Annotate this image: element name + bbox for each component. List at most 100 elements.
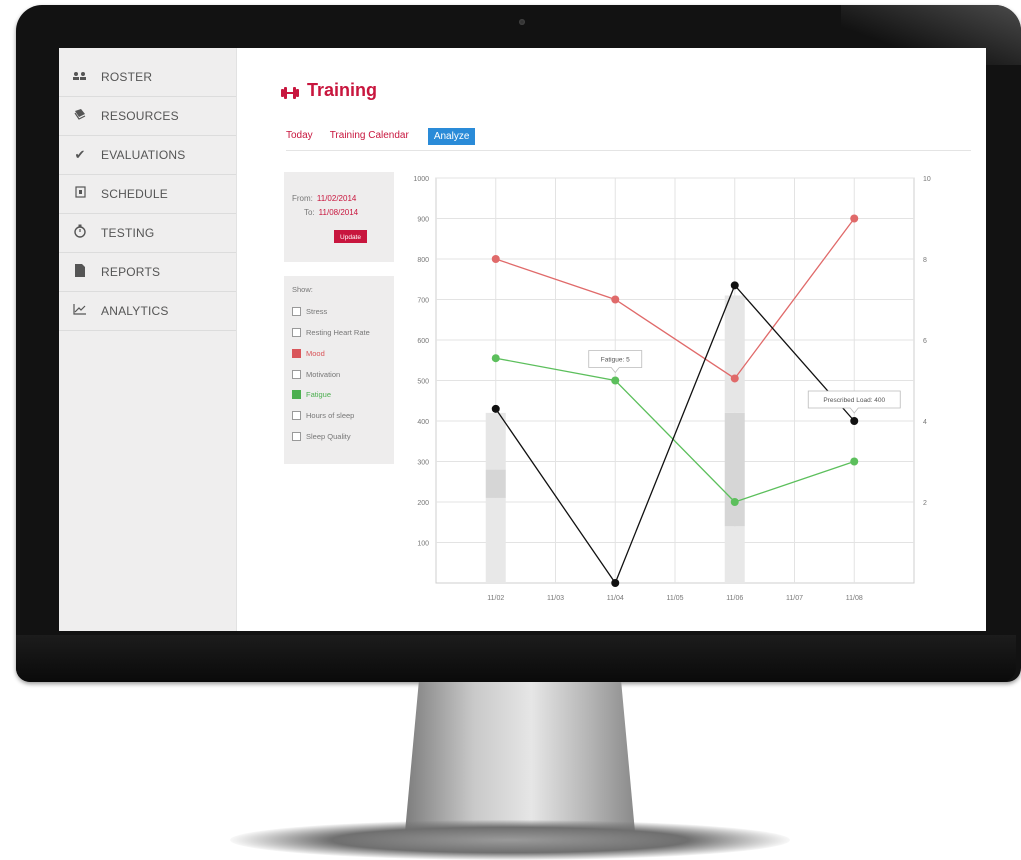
tab-analyze[interactable]: Analyze: [427, 128, 476, 145]
filter-hours-of-sleep[interactable]: Hours of sleep: [292, 411, 354, 420]
y-left-tick-label: 600: [417, 338, 429, 345]
series-point: [611, 295, 620, 304]
filter-label: Hours of sleep: [306, 411, 355, 420]
annotation-label: Prescribed Load: 400: [823, 397, 885, 404]
filter-resting-heart-rate[interactable]: Resting Heart Rate: [292, 328, 370, 337]
sidebar-item-label: ROSTER: [101, 70, 153, 84]
series-point: [611, 376, 620, 385]
y-right-tick-label: 8: [923, 257, 927, 264]
sidebar-item-label: REPORTS: [101, 265, 161, 279]
annotation-label: Fatigue: 5: [601, 357, 630, 364]
document-icon: [59, 263, 101, 281]
monitor-base: [230, 820, 790, 860]
webcam: [519, 19, 525, 25]
bar-segment: [724, 295, 745, 413]
to-row: To: 11/08/2014: [304, 208, 358, 217]
filter-label: Stress: [306, 307, 328, 316]
series-point: [850, 214, 859, 223]
bar-segment: [724, 526, 745, 583]
x-tick-label: 11/07: [786, 595, 803, 602]
sidebar-item-label: EVALUATIONS: [101, 148, 186, 162]
filter-mood[interactable]: Mood: [292, 349, 325, 358]
sidebar-item-label: TESTING: [101, 226, 155, 240]
checkbox-checked[interactable]: [292, 349, 301, 358]
sidebar-item-label: SCHEDULE: [101, 187, 168, 201]
screen: ROSTER RESOURCES ✔ EVALUATIONS SCHEDULE …: [59, 48, 986, 631]
x-tick-label: 11/06: [726, 595, 743, 602]
checkbox[interactable]: [292, 411, 301, 420]
x-tick-label: 11/02: [487, 595, 504, 602]
filter-motivation[interactable]: Motivation: [292, 370, 340, 379]
filter-label: Sleep Quality: [306, 432, 351, 441]
sidebar-item-reports[interactable]: REPORTS: [59, 253, 236, 292]
series-point: [850, 417, 859, 425]
series-point: [491, 255, 500, 263]
y-left-tick-label: 500: [417, 379, 429, 386]
series-point: [730, 498, 739, 506]
sidebar-item-label: RESOURCES: [101, 109, 179, 123]
checkbox[interactable]: [292, 432, 301, 441]
filter-fatigue[interactable]: Fatigue: [292, 390, 331, 399]
checkbox[interactable]: [292, 328, 301, 337]
tab-today[interactable]: Today: [286, 128, 313, 143]
y-left-tick-label: 200: [417, 500, 429, 507]
filter-sleep-quality[interactable]: Sleep Quality: [292, 432, 351, 441]
checkbox-checked[interactable]: [292, 390, 301, 399]
x-tick-label: 11/04: [607, 595, 624, 602]
y-right-tick-label: 10: [923, 176, 931, 183]
monitor-stand: [405, 682, 635, 832]
tab-training-calendar[interactable]: Training Calendar: [330, 128, 409, 143]
bar-segment: [485, 469, 506, 498]
sidebar-item-analytics[interactable]: ANALYTICS: [59, 292, 236, 331]
bar-segment: [485, 497, 506, 583]
sidebar-item-schedule[interactable]: SCHEDULE: [59, 175, 236, 214]
x-tick-label: 11/08: [846, 595, 863, 602]
sidebar-item-roster[interactable]: ROSTER: [59, 58, 236, 97]
sidebar-item-label: ANALYTICS: [101, 304, 169, 318]
bar-segment: [485, 412, 506, 470]
filter-label: Resting Heart Rate: [306, 328, 370, 337]
series-point: [730, 281, 739, 290]
sidebar-item-testing[interactable]: TESTING: [59, 214, 236, 253]
dumbbell-icon: [281, 84, 299, 99]
line-chart-icon: [59, 303, 101, 319]
y-right-tick-label: 2: [923, 500, 927, 507]
show-label: Show:: [292, 285, 313, 294]
checkmark-icon: ✔: [74, 147, 86, 163]
filter-label: Fatigue: [306, 390, 332, 399]
checkbox[interactable]: [292, 307, 301, 316]
series-point: [491, 404, 500, 413]
tab-bar: Today Training Calendar Analyze: [286, 128, 971, 151]
x-tick-label: 11/03: [547, 595, 564, 602]
resources-icon: [59, 108, 101, 124]
y-left-tick-label: 300: [417, 460, 429, 467]
schedule-icon: [59, 186, 101, 202]
filter-label: Mood: [306, 349, 325, 358]
roster-icon: [59, 70, 101, 85]
from-label: From:: [292, 194, 313, 203]
bar-segment: [724, 412, 745, 527]
sidebar-item-evaluations[interactable]: ✔ EVALUATIONS: [59, 136, 236, 175]
x-tick-label: 11/05: [667, 595, 684, 602]
y-left-tick-label: 1000: [413, 176, 429, 183]
sidebar-item-resources[interactable]: RESOURCES: [59, 97, 236, 136]
to-date-field[interactable]: 11/08/2014: [319, 208, 358, 217]
series-point: [491, 354, 500, 363]
y-left-tick-label: 900: [417, 217, 429, 224]
monitor-chin: [16, 635, 1016, 682]
y-right-tick-label: 4: [923, 419, 927, 426]
update-button[interactable]: Update: [334, 230, 367, 243]
to-label: To:: [304, 208, 315, 217]
from-row: From: 11/02/2014: [292, 194, 356, 203]
series-point: [730, 374, 739, 383]
page-title-text: Training: [307, 80, 378, 100]
checkbox[interactable]: [292, 370, 301, 379]
date-range-panel: From: 11/02/2014 To: 11/08/2014 Update: [284, 172, 394, 262]
from-date-field[interactable]: 11/02/2014: [317, 194, 356, 203]
y-left-tick-label: 100: [417, 541, 429, 548]
filter-stress[interactable]: Stress: [292, 307, 327, 316]
filter-label: Motivation: [306, 370, 341, 379]
stopwatch-icon: [59, 224, 101, 242]
y-left-tick-label: 400: [417, 419, 429, 426]
page-title: Training: [281, 80, 377, 101]
